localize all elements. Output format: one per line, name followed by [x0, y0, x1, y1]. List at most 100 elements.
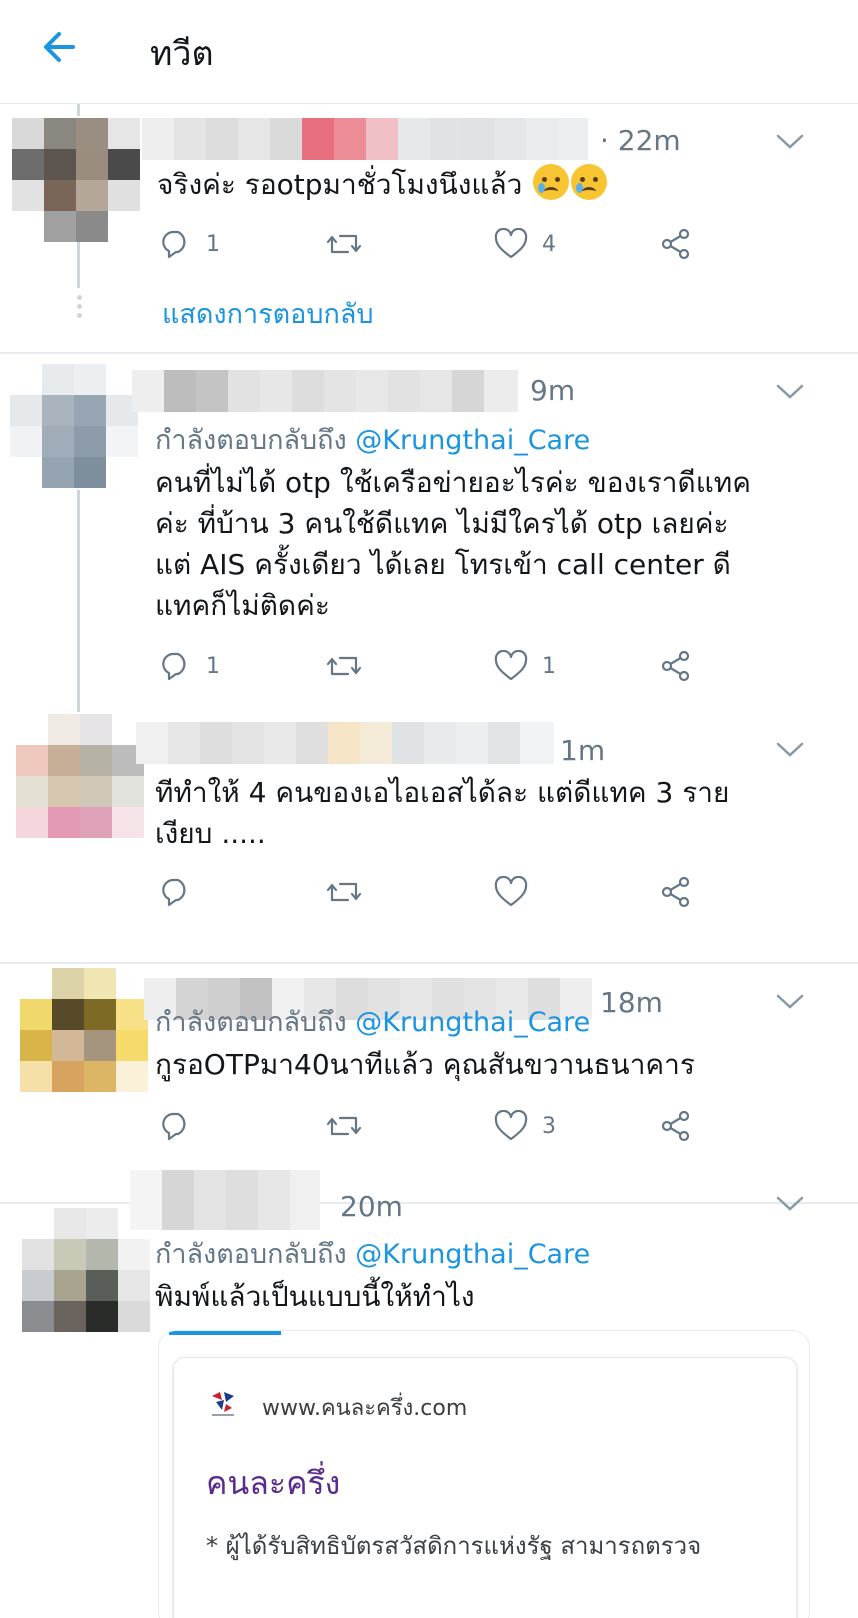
like-button[interactable] — [494, 872, 528, 912]
retweet-icon — [326, 1116, 362, 1136]
tweet-menu-button[interactable] — [770, 1184, 810, 1224]
tweet-time[interactable]: 18m — [600, 986, 663, 1019]
reply-icon — [162, 878, 186, 907]
share-button[interactable] — [660, 224, 692, 264]
avatar[interactable] — [10, 364, 138, 488]
retweet-button[interactable] — [326, 872, 362, 912]
card-loading-bar — [169, 1331, 281, 1335]
avatar[interactable] — [16, 714, 144, 838]
tweet-actions: 3 — [160, 1106, 720, 1146]
reply-count: 1 — [206, 653, 220, 679]
tweet-menu-button[interactable] — [770, 982, 810, 1022]
retweet-button[interactable] — [326, 224, 362, 264]
tweet-text: พิมพ์แล้วเป็นแบบนี้ให้ทำไง — [155, 1280, 475, 1313]
replying-to-label: กำลังตอบกลับถึง — [155, 425, 356, 456]
chevron-down-icon — [776, 134, 804, 149]
like-button[interactable]: 3 — [494, 1106, 556, 1146]
tweet-actions: 1 4 — [160, 224, 720, 264]
site-logo-icon — [212, 1392, 234, 1416]
retweet-button[interactable] — [326, 1106, 362, 1146]
reply-button[interactable] — [160, 872, 192, 912]
crying-face-emoji — [533, 164, 570, 200]
share-icon — [661, 876, 690, 908]
tweet-text-line: ทีทำให้ 4 คนของเอไอเอสได้ละ แต่ดีแทค 3 ร… — [155, 776, 730, 809]
back-button[interactable] — [34, 22, 84, 72]
replying-to: กำลังตอบกลับถึง @Krungthai_Care — [155, 1000, 590, 1043]
like-count: 1 — [542, 653, 556, 679]
tweet[interactable]: 9m กำลังตอบกลับถึง @Krungthai_Care คนที่… — [0, 354, 858, 714]
page-title: ทวีต — [150, 34, 214, 74]
tweet[interactable]: 1m ทีทำให้ 4 คนของเอไอเอสได้ละ แต่ดีแทค … — [0, 714, 858, 964]
card-description: * ผู้ได้รับสิทธิบัตรสวัสดิการแห่งรัฐ สาม… — [206, 1532, 702, 1560]
tweet-text: คนที่ไม่ได้ otp ใช้เครือข่ายอะไรค่ะ ของเ… — [155, 462, 751, 626]
tweet[interactable]: 18m กำลังตอบกลับถึง @Krungthai_Care กูรอ… — [0, 964, 858, 1204]
tweet-text-line: แทคก็ไม่ติดค่ะ — [155, 589, 330, 622]
replying-to-label: กำลังตอบกลับถึง — [155, 1007, 356, 1038]
chevron-down-icon — [776, 742, 804, 757]
tweet-text: กูรอOTPมา40นาทีแล้ว คุณสันขวานธนาคาร — [155, 1048, 695, 1081]
tweet-time[interactable]: · 22m — [600, 124, 681, 157]
share-icon — [661, 1110, 690, 1142]
card-content[interactable]: www.คนละครึ่ง.com คนละครึ่ง * ผู้ได้รับส… — [173, 1357, 797, 1618]
card-url: www.คนละครึ่ง.com — [262, 1396, 468, 1421]
retweet-icon — [326, 882, 362, 902]
retweet-button[interactable] — [326, 646, 362, 686]
tweet-menu-button[interactable] — [770, 122, 810, 162]
chevron-down-icon — [776, 384, 804, 399]
like-icon — [494, 1110, 528, 1141]
tweet-time[interactable]: 1m — [560, 734, 605, 767]
tweet[interactable]: · 22m จริงค่ะ รอotpมาชั่วโมงนึงแล้ว 1 4 — [0, 104, 858, 354]
replying-to: กำลังตอบกลับถึง @Krungthai_Care — [155, 1232, 590, 1275]
like-button[interactable]: 4 — [494, 224, 556, 264]
tweet-text-line: เงียบ ..... — [155, 817, 266, 850]
like-icon — [494, 876, 528, 907]
replying-to-label: กำลังตอบกลับถึง — [155, 1239, 356, 1270]
share-button[interactable] — [660, 872, 692, 912]
chevron-down-icon — [776, 1196, 804, 1211]
tweet-text-line: แต่ AIS ครั้งเดียว ได้เลย โทรเข้า call c… — [155, 548, 731, 581]
tweet-menu-button[interactable] — [770, 730, 810, 770]
like-icon — [494, 650, 528, 681]
crying-face-emoji — [571, 164, 608, 200]
link-preview-card[interactable]: www.คนละครึ่ง.com คนละครึ่ง * ผู้ได้รับส… — [158, 1330, 810, 1618]
author-name-pixelated[interactable] — [142, 118, 588, 160]
reply-button[interactable]: 1 — [160, 646, 220, 686]
reply-icon — [162, 230, 186, 259]
like-count: 3 — [542, 1113, 556, 1139]
reply-button[interactable]: 1 — [160, 224, 220, 264]
replying-to: กำลังตอบกลับถึง @Krungthai_Care — [155, 418, 590, 461]
mention-link[interactable]: @Krungthai_Care — [355, 1007, 590, 1038]
card-title[interactable]: คนละครึ่ง — [206, 1458, 340, 1509]
share-icon — [661, 650, 690, 682]
avatar[interactable] — [20, 968, 148, 1092]
tweet-text: จริงค่ะ รอotpมาชั่วโมงนึงแล้ว — [157, 164, 608, 205]
share-button[interactable] — [660, 646, 692, 686]
reply-icon — [162, 1112, 186, 1141]
tweet-actions — [160, 872, 720, 912]
avatar[interactable] — [12, 118, 140, 242]
mention-link[interactable]: @Krungthai_Care — [355, 425, 590, 456]
retweet-icon — [326, 234, 362, 254]
top-bar: ทวีต — [0, 0, 858, 104]
show-replies-link[interactable]: แสดงการตอบกลับ — [162, 292, 374, 335]
mention-link[interactable]: @Krungthai_Care — [355, 1239, 590, 1270]
tweet-menu-button[interactable] — [770, 372, 810, 412]
chevron-down-icon — [776, 994, 804, 1009]
author-name-pixelated[interactable] — [132, 370, 518, 412]
reply-count: 1 — [206, 231, 220, 257]
like-button[interactable]: 1 — [494, 646, 556, 686]
like-count: 4 — [542, 231, 556, 257]
retweet-icon — [326, 656, 362, 676]
author-name-pixelated[interactable] — [130, 1170, 320, 1230]
author-name-pixelated[interactable] — [136, 722, 554, 764]
reply-button[interactable] — [160, 1106, 192, 1146]
back-arrow-icon — [44, 32, 75, 62]
tweet-time[interactable]: 20m — [340, 1190, 403, 1223]
share-button[interactable] — [660, 1106, 692, 1146]
tweet-time[interactable]: 9m — [530, 374, 575, 407]
tweet-actions: 1 1 — [160, 646, 720, 686]
tweet-text-content: จริงค่ะ รอotpมาชั่วโมงนึงแล้ว — [157, 168, 523, 201]
reply-icon — [162, 652, 186, 681]
tweet-text: ทีทำให้ 4 คนของเอไอเอสได้ละ แต่ดีแทค 3 ร… — [155, 772, 729, 854]
tweet-text-line: คนที่ไม่ได้ otp ใช้เครือข่ายอะไรค่ะ ของเ… — [155, 466, 751, 499]
